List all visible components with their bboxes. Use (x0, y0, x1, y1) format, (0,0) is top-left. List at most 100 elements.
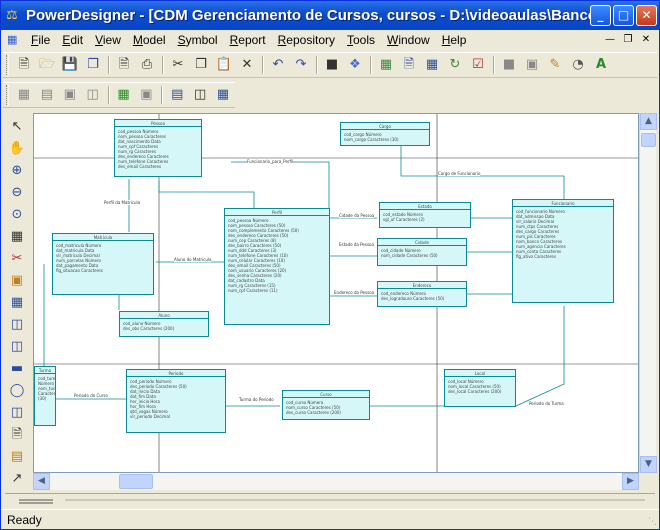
text-icon[interactable]: A (590, 54, 612, 76)
table-icon[interactable]: ▦ (212, 84, 234, 106)
link-label[interactable]: Periodo do Curso (74, 393, 108, 398)
menu-symbol[interactable]: Symbol (172, 33, 224, 47)
link-label[interactable]: Turma do Periodo (239, 397, 274, 402)
model-icon[interactable]: ■ (321, 54, 343, 76)
redo-icon[interactable]: ↷ (290, 54, 312, 76)
menu-repository[interactable]: Repository (272, 33, 341, 47)
scroll-down-icon[interactable]: ▼ (640, 456, 657, 473)
print-icon[interactable]: ⎙ (136, 54, 158, 76)
entity-pessoa[interactable]: Pessoa cod_pessoa Número nom_pessoa Cara… (114, 119, 202, 177)
link-label[interactable]: Periodo do Turma (529, 401, 564, 406)
undo-icon[interactable]: ↶ (267, 54, 289, 76)
pen-icon[interactable]: ✎ (544, 54, 566, 76)
menu-model[interactable]: Model (127, 33, 172, 47)
mdi-minimize-icon[interactable]: — (603, 33, 617, 46)
note-link-icon[interactable]: ▤ (5, 446, 29, 468)
relationship-icon[interactable]: ◫ (5, 336, 29, 358)
maximize-button[interactable]: □ (613, 5, 634, 26)
paste-icon[interactable]: 📋 (213, 54, 235, 76)
check-model-icon[interactable]: ❖ (344, 54, 366, 76)
entity-funcionario[interactable]: Funcionario cod_funcionario Número dat_a… (512, 199, 614, 303)
menu-tools[interactable]: Tools (341, 33, 381, 47)
inheritance-icon[interactable]: ◫ (5, 314, 29, 336)
menu-file[interactable]: File (25, 33, 56, 47)
cut-tool-icon[interactable]: ✂ (5, 248, 29, 270)
print-preview-icon[interactable]: 🗎 (113, 54, 135, 76)
menu-help[interactable]: Help (436, 33, 473, 47)
diagram-icon[interactable]: ▦ (113, 84, 135, 106)
resize-grip-icon[interactable]: ⋱ (648, 517, 657, 527)
zoom-fit-icon[interactable]: ⊙ (5, 204, 29, 226)
line-icon[interactable]: ↗ (5, 468, 29, 490)
scroll-up-icon[interactable]: ▲ (640, 113, 657, 130)
vertical-scrollbar[interactable]: ▲ ▼ (639, 113, 657, 473)
file-icon[interactable]: ◫ (5, 402, 29, 424)
menu-edit[interactable]: Edit (56, 33, 89, 47)
entity-cargo[interactable]: Cargo cod_cargo Número nom_cargo Caracte… (340, 122, 430, 146)
toolbar-grip[interactable] (6, 55, 9, 75)
minimize-button[interactable]: _ (590, 5, 611, 26)
link-icon[interactable]: ◯ (5, 380, 29, 402)
note-icon[interactable]: 🗎 (5, 424, 29, 446)
entity-aluno[interactable]: Aluno cod_aluno Número des_obs Caractere… (119, 311, 209, 337)
package-icon[interactable]: ▦ (375, 54, 397, 76)
entity-icon[interactable]: ▦ (5, 292, 29, 314)
save-all-icon[interactable]: ❐ (82, 54, 104, 76)
scroll-left-icon[interactable]: ◀ (33, 473, 50, 490)
link-label[interactable]: Cargo de Funcionario (438, 171, 481, 176)
generate-icon[interactable]: ▦ (421, 54, 443, 76)
delete-icon[interactable]: ✕ (236, 54, 258, 76)
fit-icon[interactable]: ◫ (82, 84, 104, 106)
horizontal-scroll-thumb[interactable] (119, 474, 153, 489)
entity-perfil[interactable]: Perfil cod_pessoa Número nom_pessoa Cara… (224, 208, 330, 325)
copy-icon[interactable]: ❐ (190, 54, 212, 76)
entity-matricula[interactable]: Matricula cod_matricula Número dat_matri… (52, 233, 154, 295)
menu-report[interactable]: Report (224, 33, 272, 47)
link-label[interactable]: Aluno do Matricula (174, 257, 212, 262)
toolbar-grip[interactable] (6, 85, 9, 105)
entity-estado[interactable]: Estado cod_estado Número sgl_uf Caracter… (379, 202, 471, 228)
image-icon[interactable]: ▣ (521, 54, 543, 76)
link-label[interactable]: Estado da Pessoa (339, 242, 374, 247)
fill-icon[interactable]: ◔ (567, 54, 589, 76)
grid-icon[interactable]: ▦ (13, 84, 35, 106)
mdi-close-icon[interactable]: ✕ (639, 33, 653, 46)
link-label[interactable]: Endereco da Pessoa (334, 290, 375, 295)
zoom-in-icon[interactable]: ⊕ (5, 160, 29, 182)
comment-icon[interactable]: ◫ (189, 84, 211, 106)
association-icon[interactable]: ▬ (5, 358, 29, 380)
horizontal-scrollbar[interactable]: ◀ ▶ (33, 473, 639, 490)
close-button[interactable]: ✕ (636, 5, 657, 26)
document-icon[interactable]: ▦ (7, 33, 21, 47)
open-icon[interactable]: 🗁 (36, 54, 58, 76)
refresh-icon[interactable]: ↻ (444, 54, 466, 76)
menu-view[interactable]: View (89, 33, 127, 47)
align-icon[interactable]: ▤ (36, 84, 58, 106)
output-pane-splitter[interactable] (5, 493, 655, 507)
entity-endereco[interactable]: Endereco cod_endereco Número des_logrado… (377, 281, 467, 307)
layout-icon[interactable]: ▣ (59, 84, 81, 106)
entity-curso[interactable]: Curso cod_curso Número nom_curso Caracte… (282, 390, 370, 420)
cut-icon[interactable]: ✂ (167, 54, 189, 76)
export-icon[interactable]: ▣ (135, 84, 157, 106)
diagram-canvas[interactable]: Funcionario_para_Perfil Perfil da Matric… (33, 113, 639, 473)
properties-tool-icon[interactable]: ▦ (5, 226, 29, 248)
hand-icon[interactable]: ✋ (5, 138, 29, 160)
zoom-icon[interactable]: ▤ (166, 84, 188, 106)
menu-window[interactable]: Window (381, 33, 436, 47)
title-bar[interactable]: ⚖ PowerDesigner - [CDM Gerenciamento de … (1, 1, 659, 30)
format-icon[interactable]: ■ (498, 54, 520, 76)
link-label[interactable]: Cidade da Pessoa (339, 213, 375, 218)
entity-periodo[interactable]: Periodo cod_periodo Número des_periodo C… (126, 369, 226, 433)
new-icon[interactable]: 🗎 (13, 54, 35, 76)
save-icon[interactable]: 💾 (59, 54, 81, 76)
package-tool-icon[interactable]: ▣ (5, 270, 29, 292)
pointer-icon[interactable]: ↖ (5, 116, 29, 138)
link-label[interactable]: Funcionario_para_Perfil (247, 159, 294, 164)
link-label[interactable]: Perfil da Matricula (104, 200, 141, 205)
entity-cidade[interactable]: Cidade cod_cidade Número nom_cidade Cara… (377, 238, 467, 266)
entity-local[interactable]: Local cod_local Número nom_local Caracte… (444, 369, 516, 407)
entity-turma[interactable]: Turma cod_turma Número nom_turma Caracte… (34, 366, 56, 426)
report-icon[interactable]: 🗎 (398, 54, 420, 76)
mdi-restore-icon[interactable]: ❐ (621, 33, 635, 46)
